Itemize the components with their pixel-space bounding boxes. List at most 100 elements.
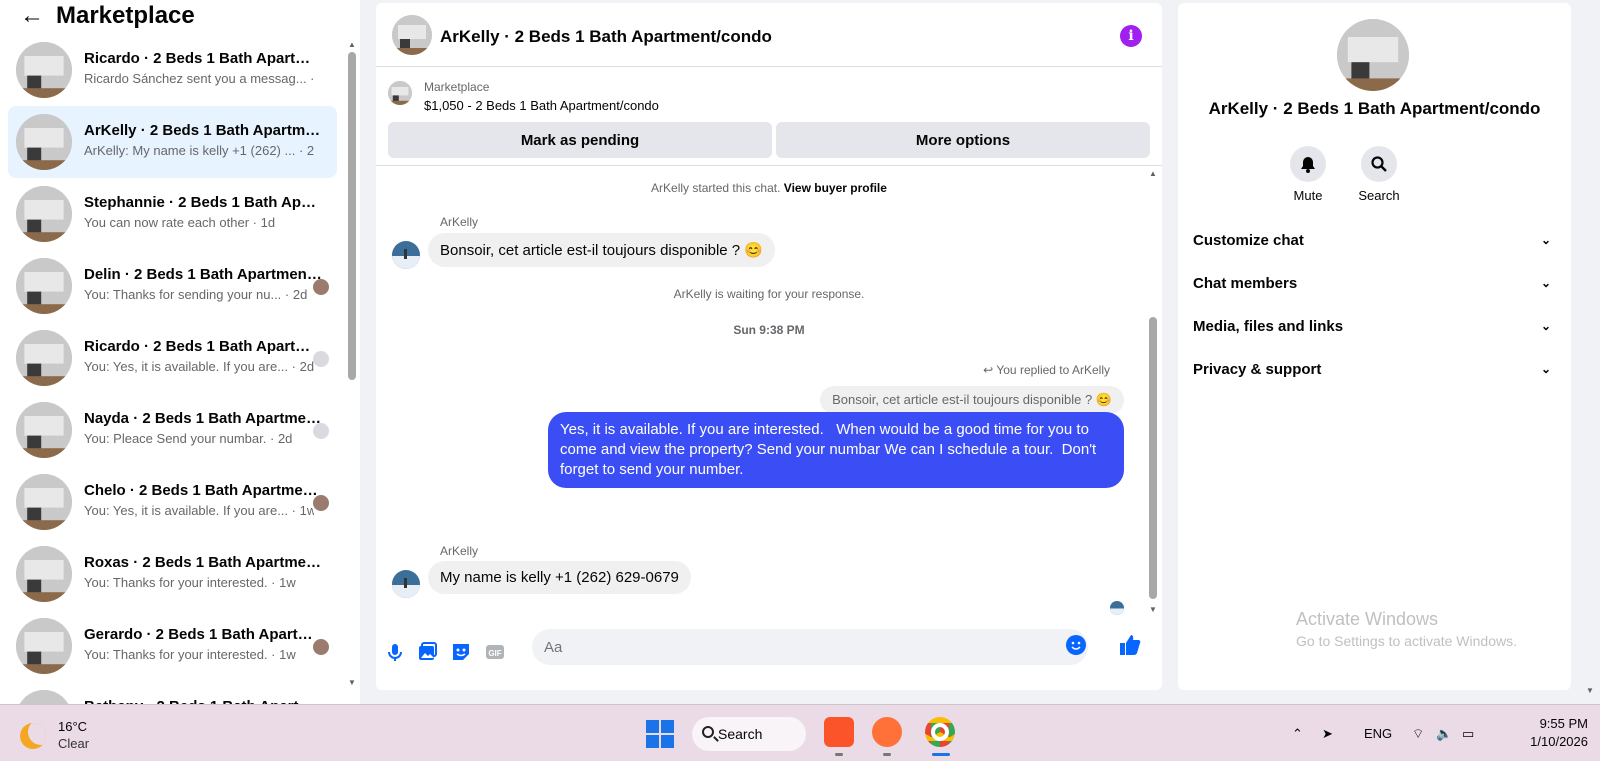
volume-icon[interactable]: 🔈 — [1436, 726, 1452, 742]
privacy-support-section[interactable]: Privacy & support ⌄ — [1193, 349, 1553, 389]
chat-avatar[interactable] — [392, 15, 432, 55]
listing-bar: Marketplace $1,050 - 2 Beds 1 Bath Apart… — [376, 68, 1162, 166]
location-icon[interactable]: ➤ — [1322, 726, 1333, 742]
conversation-time: 1w — [279, 647, 296, 662]
incoming-message[interactable]: My name is kelly +1 (262) 629-0679 — [428, 561, 691, 594]
chat-started-notice: ArKelly started this chat. View buyer pr… — [376, 181, 1162, 195]
windows-start-icon[interactable] — [646, 720, 674, 748]
weather-widget[interactable]: 16°C Clear — [20, 717, 130, 753]
conversation-item[interactable]: Bethany · 2 Beds 1 Bath Apartment/condo — [8, 682, 337, 704]
bell-icon[interactable] — [1290, 146, 1326, 182]
preview-text: You: Thanks for sending your nu... — [84, 287, 282, 302]
scroll-up-icon[interactable]: ▲ — [1149, 169, 1157, 178]
sender-avatar[interactable] — [392, 570, 420, 598]
back-arrow-icon[interactable]: ← — [20, 4, 44, 28]
language-indicator[interactable]: ENG — [1364, 726, 1392, 741]
chat-panel: ArKelly · 2 Beds 1 Bath Apartment/condo … — [376, 3, 1162, 690]
conversation-name: Roxas · 2 Beds 1 Bath Apartment/condo — [84, 554, 322, 571]
conversation-item[interactable]: Gerardo · 2 Beds 1 Bath Apartment/condo Y… — [8, 610, 337, 682]
clock-date: 1/10/2026 — [1530, 734, 1588, 749]
customize-chat-section[interactable]: Customize chat ⌄ — [1193, 220, 1553, 260]
reply-indicator: ↩ You replied to ArKelly — [983, 363, 1110, 377]
sidebar-title: Marketplace — [56, 2, 195, 29]
conversation-preview: You: Yes, it is available. If you are...… — [84, 503, 314, 518]
scroll-down-icon[interactable]: ▼ — [348, 678, 356, 687]
conversation-preview: ArKelly: My name is kelly +1 (262) ... ·… — [84, 143, 314, 158]
conversation-item[interactable]: Nayda · 2 Beds 1 Bath Apartment/condo You… — [8, 394, 337, 466]
listing-label: Marketplace — [424, 80, 490, 94]
taskbar-search[interactable]: Search — [692, 717, 806, 751]
clock-time: 9:55 PM — [1539, 716, 1588, 731]
sidebar-header: ← Marketplace — [0, 0, 340, 34]
conversation-item[interactable]: Ricardo · 2 Beds 1 Bath Apartment/condo R… — [8, 34, 337, 106]
separator: · — [288, 503, 300, 518]
thumbs-up-icon[interactable] — [1118, 633, 1142, 657]
sidebar-scrollbar[interactable]: ▲ ▼ — [348, 40, 356, 690]
listing-title[interactable]: $1,050 - 2 Beds 1 Bath Apartment/condo — [424, 98, 659, 113]
conversation-avatar — [16, 474, 72, 530]
sticker-icon[interactable] — [450, 641, 472, 663]
incoming-message[interactable]: Bonsoir, cet article est-il toujours dis… — [428, 233, 775, 267]
mute-action[interactable]: Mute — [1278, 146, 1338, 203]
photo-icon[interactable] — [416, 641, 438, 663]
section-label: Media, files and links — [1193, 317, 1344, 335]
view-buyer-profile-link[interactable]: View buyer profile — [784, 181, 887, 195]
brave-browser-icon[interactable] — [824, 717, 854, 747]
chat-members-section[interactable]: Chat members ⌄ — [1193, 263, 1553, 303]
outgoing-message[interactable]: Yes, it is available. If you are interes… — [548, 412, 1124, 488]
scroll-up-icon[interactable]: ▲ — [348, 40, 356, 49]
reply-arrow-icon: ↩ — [983, 363, 994, 377]
windows-watermark-subtitle: Go to Settings to activate Windows. — [1296, 633, 1517, 649]
conversation-name: Ricardo · 2 Beds 1 Bath Apartment/condo — [84, 338, 322, 355]
profile-avatar[interactable] — [1337, 19, 1409, 91]
conversation-item[interactable]: Stephannie · 2 Beds 1 Bath Apartment/con… — [8, 178, 337, 250]
search-icon[interactable] — [1361, 146, 1397, 182]
conversation-preview: You: Thanks for sending your nu... · 2d — [84, 287, 314, 302]
conversation-avatar — [16, 546, 72, 602]
conversation-item[interactable]: ArKelly · 2 Beds 1 Bath Apartment/condo A… — [8, 106, 337, 178]
scrollbar-thumb[interactable] — [1149, 317, 1157, 599]
search-icon — [702, 726, 714, 738]
section-label: Chat members — [1193, 274, 1298, 292]
page-scroll-down-icon[interactable]: ▼ — [1586, 686, 1594, 695]
emoji-icon[interactable] — [1066, 635, 1086, 655]
microphone-icon[interactable] — [384, 641, 406, 663]
more-options-button[interactable]: More options — [776, 122, 1150, 158]
profile-name: ArKelly · 2 Beds 1 Bath Apartment/condo — [1208, 99, 1541, 118]
running-indicator — [883, 753, 891, 756]
preview-text: You: Yes, it is available. If you are... — [84, 359, 289, 374]
weather-temp: 16°C — [58, 719, 88, 734]
windows-taskbar: 16°C Clear Search ⌃ ➤ ENG ⌔ 🔈 ▭ 9:55 PM … — [0, 704, 1600, 761]
conversation-preview: You: Thanks for your interested. · 1w — [84, 575, 314, 590]
taskbar-search-label: Search — [718, 726, 763, 742]
conversation-time: 1d — [260, 215, 276, 230]
info-icon[interactable]: i — [1120, 25, 1142, 47]
scrollbar-thumb[interactable] — [348, 52, 356, 380]
message-input[interactable] — [532, 629, 1088, 665]
battery-icon[interactable]: ▭ — [1462, 726, 1474, 742]
taskbar-clock[interactable]: 9:55 PM 1/10/2026 — [1508, 715, 1588, 751]
sender-avatar[interactable] — [392, 241, 420, 269]
reply-indicator-text: You replied to ArKelly — [996, 363, 1110, 377]
conversation-item[interactable]: Roxas · 2 Beds 1 Bath Apartment/condo You… — [8, 538, 337, 610]
chat-scrollbar[interactable]: ▲ ▼ — [1148, 169, 1158, 617]
conversation-time: 2d — [277, 431, 293, 446]
mark-as-pending-button[interactable]: Mark as pending — [388, 122, 772, 158]
conversation-preview: You: Thanks for your interested. · 1w — [84, 647, 314, 662]
quoted-message[interactable]: Bonsoir, cet article est-il toujours dis… — [820, 386, 1124, 414]
scroll-down-icon[interactable]: ▼ — [1149, 605, 1157, 614]
media-files-links-section[interactable]: Media, files and links ⌄ — [1193, 306, 1553, 346]
chrome-icon[interactable] — [925, 717, 955, 747]
conversation-time: 2h — [306, 143, 314, 158]
conversation-item[interactable]: Delin · 2 Beds 1 Bath Apartment/condo You… — [8, 250, 337, 322]
gif-icon[interactable]: GIF — [484, 641, 506, 663]
search-action[interactable]: Search — [1349, 146, 1409, 203]
firefox-icon[interactable] — [872, 717, 902, 747]
conversation-item[interactable]: Ricardo · 2 Beds 1 Bath Apartment/condo Y… — [8, 322, 337, 394]
conversation-avatar — [16, 402, 72, 458]
wifi-icon[interactable]: ⌔ — [1412, 726, 1424, 742]
listing-thumbnail[interactable] — [388, 81, 412, 105]
conversation-item[interactable]: Chelo · 2 Beds 1 Bath Apartment/condo You… — [8, 466, 337, 538]
conversation-preview: You can now rate each other · 1d — [84, 215, 314, 230]
chevron-up-icon[interactable]: ⌃ — [1292, 726, 1303, 742]
